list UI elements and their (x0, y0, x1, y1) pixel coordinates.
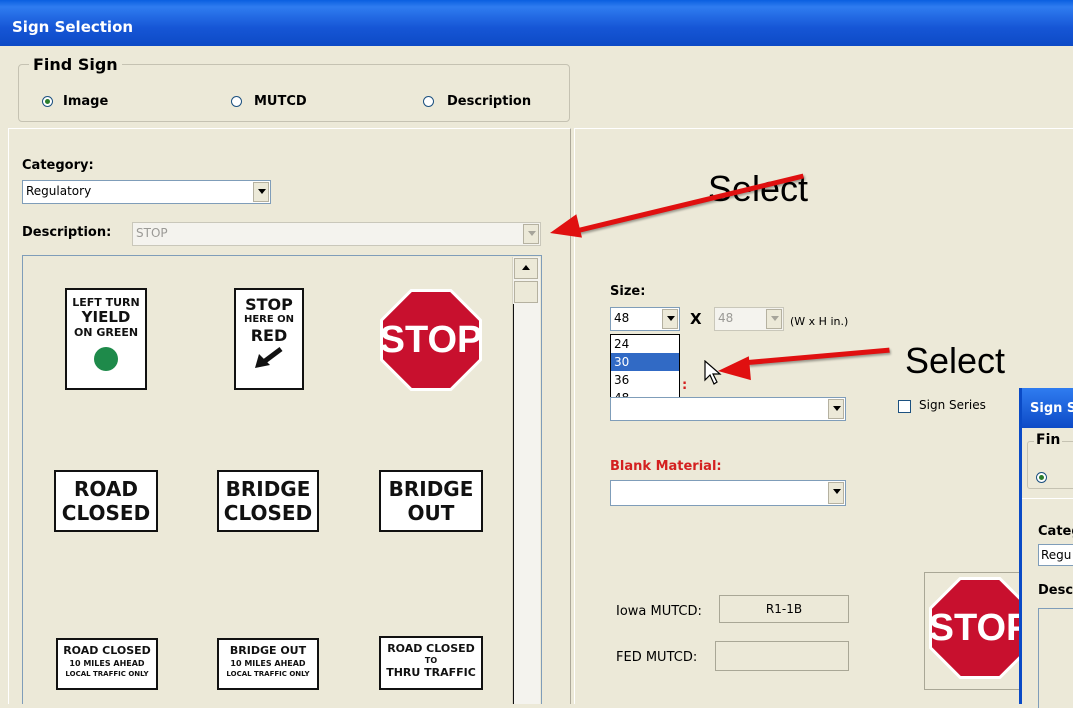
sign-line: LOCAL TRAFFIC ONLY (65, 670, 149, 678)
radio-mutcd-dot[interactable] (231, 96, 242, 107)
fed-mutcd-field (715, 641, 849, 671)
scroll-track-line (513, 304, 514, 704)
radio-mutcd-label: MUTCD (254, 94, 307, 109)
sign-line: CLOSED (223, 501, 313, 525)
blank-material-select[interactable] (610, 480, 846, 506)
sign-line: STOP (245, 295, 293, 314)
green-light-icon (94, 347, 118, 371)
sign-road-closed-thru-traffic[interactable]: ROAD CLOSED TO THRU TRAFFIC (379, 636, 483, 690)
category-select[interactable]: Regulatory (22, 180, 271, 204)
sign-line: ROAD CLOSED (387, 642, 475, 655)
annotation-arrowhead-2 (716, 356, 751, 383)
sign-stop-here-on-red[interactable]: STOP HERE ON RED (234, 288, 304, 390)
sign-series-checkbox[interactable] (898, 400, 911, 413)
sign-line: BRIDGE OUT (229, 644, 307, 657)
radio-description[interactable]: Description (423, 94, 553, 110)
radio-image-label: Image (63, 94, 109, 109)
size-option-highlighted[interactable]: 30 (611, 353, 679, 371)
sign-line: ROAD CLOSED (63, 644, 151, 657)
sign-line: HERE ON (243, 314, 295, 325)
category-value: Regulatory (26, 184, 92, 198)
fed-mutcd-label: FED MUTCD: (616, 650, 698, 665)
radio-image[interactable]: Image (42, 94, 142, 110)
annotation-select-2: Select (905, 340, 1006, 381)
sign-bridge-closed[interactable]: BRIDGE CLOSED (217, 470, 319, 532)
sign-line: 10 MILES AHEAD (230, 659, 306, 668)
arrow-down-left-icon (255, 347, 283, 368)
size-option[interactable]: 36 (611, 371, 679, 389)
gallery-scrollbar[interactable] (512, 257, 540, 704)
sign-road-closed-10-miles[interactable]: ROAD CLOSED 10 MILES AHEAD LOCAL TRAFFIC… (56, 638, 158, 690)
overlay-groupbox (1027, 441, 1073, 489)
sheeting-select[interactable] (610, 397, 846, 421)
overlay-window: Sign S Fin Categ Regu Desc (1019, 388, 1073, 708)
radio-image-dot[interactable] (42, 96, 53, 107)
sign-left-turn-yield[interactable]: LEFT TURN YIELD ON GREEN (65, 288, 147, 390)
description-dropdown-icon[interactable] (523, 224, 539, 244)
sign-line: BRIDGE (388, 477, 474, 501)
sign-line: OUT (407, 501, 455, 525)
blank-material-dropdown-icon[interactable] (828, 482, 844, 504)
sign-line: BRIDGE (225, 477, 311, 501)
sign-line: LOCAL TRAFFIC ONLY (226, 670, 310, 678)
scroll-up-icon (522, 265, 530, 270)
overlay-description-label: Desc (1038, 583, 1073, 598)
category-dropdown-icon[interactable] (253, 182, 269, 202)
overlay-gallery (1038, 608, 1073, 708)
find-sign-legend: Find Sign (29, 55, 122, 74)
scroll-up-button[interactable] (514, 258, 538, 279)
overlay-radio[interactable] (1036, 472, 1047, 483)
iowa-mutcd-value: R1-1B (765, 602, 803, 616)
iowa-mutcd-label: Iowa MUTCD: (616, 604, 702, 619)
size-label: Size: (610, 284, 646, 299)
blank-material-label: Blank Material: (610, 459, 722, 474)
sign-line: THRU TRAFFIC (386, 666, 476, 679)
sign-series-label: Sign Series (919, 398, 986, 412)
overlay-category-select[interactable]: Regu (1038, 544, 1073, 566)
size-unit: (W x H in.) (790, 315, 849, 328)
iowa-mutcd-field: R1-1B (719, 595, 849, 623)
size-option[interactable]: 24 (611, 335, 679, 353)
title-bar: Sign Selection (0, 0, 1073, 46)
sheeting-dropdown-icon[interactable] (828, 399, 844, 419)
sign-stop-text: STOP (383, 292, 479, 388)
scroll-thumb[interactable] (514, 281, 538, 303)
sign-bridge-out-10-miles[interactable]: BRIDGE OUT 10 MILES AHEAD LOCAL TRAFFIC … (217, 638, 319, 690)
overlay-category-value: Regu (1041, 548, 1072, 562)
overlay-title-bar: Sign S (1022, 388, 1073, 428)
radio-description-dot[interactable] (423, 96, 434, 107)
sign-line: 10 MILES AHEAD (69, 659, 145, 668)
width-select[interactable]: 48 (610, 307, 680, 331)
sign-line: ON GREEN (73, 326, 139, 339)
category-label: Category: (22, 158, 94, 173)
sign-line: CLOSED (61, 501, 151, 525)
height-select[interactable]: 48 (714, 307, 784, 331)
description-value: STOP (136, 226, 168, 240)
sign-road-closed[interactable]: ROAD CLOSED (54, 470, 158, 532)
overlay-category-label: Categ (1038, 524, 1073, 539)
width-dropdown-icon[interactable] (662, 309, 678, 329)
width-value: 48 (614, 311, 630, 325)
sign-line: TO (424, 656, 438, 665)
overlay-divider (1022, 498, 1073, 499)
window-title: Sign Selection (12, 18, 134, 36)
description-label: Description: (22, 225, 112, 240)
sign-bridge-out[interactable]: BRIDGE OUT (379, 470, 483, 532)
sign-line: RED (250, 326, 288, 345)
sheeting-label-partial: : (682, 378, 688, 393)
times-symbol: X (690, 310, 702, 328)
height-value: 48 (718, 311, 734, 325)
height-dropdown-icon[interactable] (766, 309, 782, 329)
sign-line: ROAD (74, 477, 138, 501)
overlay-title: Sign S (1030, 401, 1073, 416)
sign-preview-stop-text: STOP (932, 580, 1028, 676)
description-select[interactable]: STOP (132, 222, 541, 246)
radio-description-label: Description (447, 94, 532, 109)
radio-mutcd[interactable]: MUTCD (231, 94, 331, 110)
overlay-legend: Fin (1034, 432, 1063, 448)
sign-line: YIELD (81, 308, 131, 326)
